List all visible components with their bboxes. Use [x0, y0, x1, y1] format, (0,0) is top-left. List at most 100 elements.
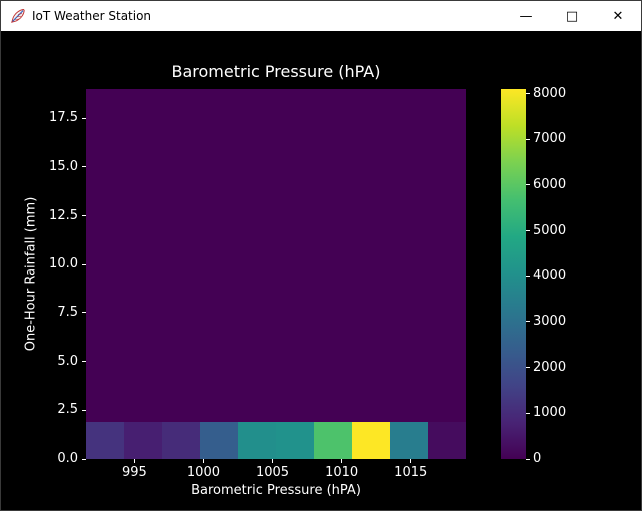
- heatmap-cell: [352, 274, 390, 311]
- colorbar-tick-label: 5000: [533, 223, 566, 238]
- y-tick-label: 12.5: [34, 208, 78, 223]
- heatmap-cell: [238, 163, 276, 200]
- heatmap-cell: [238, 274, 276, 311]
- y-tick-mark: [82, 361, 86, 362]
- heatmap-cell: [314, 237, 352, 274]
- heatmap-cell: [162, 163, 200, 200]
- heatmap-cell: [390, 348, 428, 385]
- heatmap-cell: [314, 311, 352, 348]
- y-tick-mark: [82, 410, 86, 411]
- heatmap-cell: [276, 237, 314, 274]
- heatmap-cell: [86, 385, 124, 422]
- colorbar-tick-mark: [526, 276, 530, 277]
- y-tick-label: 15.0: [34, 159, 78, 174]
- heatmap-cell: [428, 89, 466, 126]
- heatmap-cell: [124, 422, 162, 459]
- heatmap-cell: [124, 126, 162, 163]
- colorbar-tick-mark: [526, 459, 530, 460]
- heatmap-cell: [238, 200, 276, 237]
- heatmap-cell: [238, 237, 276, 274]
- heatmap-cell: [276, 385, 314, 422]
- heatmap-cell: [390, 89, 428, 126]
- heatmap-cell: [162, 126, 200, 163]
- heatmap-cell: [124, 311, 162, 348]
- heatmap-cell: [352, 348, 390, 385]
- plot-title: Barometric Pressure (hPA): [86, 62, 466, 81]
- heatmap-cell: [238, 385, 276, 422]
- x-tick-label: 1000: [178, 465, 228, 480]
- heatmap-cell: [428, 163, 466, 200]
- heatmap-cell: [276, 126, 314, 163]
- y-tick-mark: [82, 166, 86, 167]
- y-tick-mark: [82, 312, 86, 313]
- maximize-button[interactable]: □: [549, 1, 595, 31]
- heatmap-cell: [352, 200, 390, 237]
- heatmap-cell: [162, 422, 200, 459]
- heatmap-cell: [352, 237, 390, 274]
- heatmap-axes: [86, 89, 466, 459]
- heatmap-cell: [238, 348, 276, 385]
- heatmap-cell: [390, 274, 428, 311]
- x-tick-mark: [341, 459, 342, 463]
- colorbar-tick-mark: [526, 367, 530, 368]
- heatmap-cell: [390, 385, 428, 422]
- heatmap-cell: [276, 163, 314, 200]
- colorbar-tick-label: 6000: [533, 177, 566, 192]
- heatmap-cell: [124, 274, 162, 311]
- heatmap-cell: [86, 274, 124, 311]
- heatmap-cell: [238, 89, 276, 126]
- x-tick-mark: [410, 459, 411, 463]
- x-tick-mark: [134, 459, 135, 463]
- y-tick-mark: [82, 118, 86, 119]
- y-tick-label: 0.0: [34, 451, 78, 466]
- colorbar-tick-label: 8000: [533, 86, 566, 101]
- heatmap-cell: [276, 422, 314, 459]
- heatmap-cell: [390, 422, 428, 459]
- minimize-button[interactable]: —: [503, 1, 549, 31]
- app-window: IoT Weather Station — □ ✕ Barometric Pre…: [0, 0, 642, 511]
- heatmap-cell: [86, 89, 124, 126]
- heatmap-cell: [428, 274, 466, 311]
- heatmap-cell: [200, 422, 238, 459]
- y-tick-mark: [82, 264, 86, 265]
- colorbar-tick-label: 7000: [533, 131, 566, 146]
- heatmap-cell: [200, 126, 238, 163]
- colorbar-tick-label: 1000: [533, 405, 566, 420]
- heatmap-cell: [200, 385, 238, 422]
- heatmap-cell: [86, 348, 124, 385]
- titlebar[interactable]: IoT Weather Station — □ ✕: [1, 1, 641, 31]
- heatmap-cell: [200, 89, 238, 126]
- heatmap-cell: [162, 348, 200, 385]
- y-tick-label: 2.5: [34, 402, 78, 417]
- heatmap-cell: [124, 385, 162, 422]
- heatmap-cell: [238, 126, 276, 163]
- y-tick-mark: [82, 215, 86, 216]
- colorbar-tick-label: 0: [533, 451, 541, 466]
- figure-canvas: Barometric Pressure (hPA) Barometric Pre…: [1, 31, 642, 511]
- heatmap-cell: [352, 385, 390, 422]
- heatmap-cell: [86, 200, 124, 237]
- app-icon[interactable]: [10, 8, 26, 24]
- close-button[interactable]: ✕: [595, 1, 641, 31]
- heatmap-cell: [352, 163, 390, 200]
- heatmap-cell: [86, 311, 124, 348]
- heatmap-cell: [162, 89, 200, 126]
- heatmap-cell: [86, 126, 124, 163]
- heatmap-cell: [162, 274, 200, 311]
- heatmap-cell: [314, 163, 352, 200]
- x-tick-label: 1005: [248, 465, 298, 480]
- heatmap-cell: [200, 237, 238, 274]
- x-tick-label: 1015: [386, 465, 436, 480]
- heatmap-cell: [428, 422, 466, 459]
- heatmap-cell: [86, 422, 124, 459]
- heatmap-cell: [390, 126, 428, 163]
- colorbar-tick-label: 3000: [533, 314, 566, 329]
- heatmap-cell: [200, 311, 238, 348]
- colorbar-tick-mark: [526, 93, 530, 94]
- heatmap-cell: [162, 385, 200, 422]
- colorbar-tick-mark: [526, 230, 530, 231]
- y-tick-mark: [82, 459, 86, 460]
- heatmap-cell: [162, 200, 200, 237]
- colorbar-tick-mark: [526, 139, 530, 140]
- y-tick-label: 10.0: [34, 256, 78, 271]
